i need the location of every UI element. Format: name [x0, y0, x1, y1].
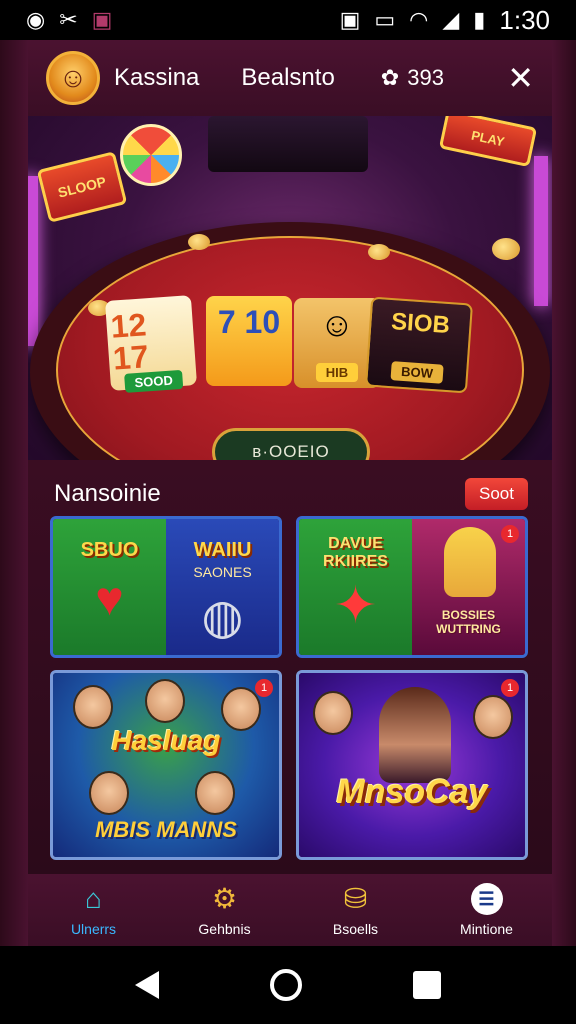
signal-icon: ◢	[442, 7, 460, 32]
status-left: ◉ ✂ ▣	[26, 9, 112, 31]
coin-icon	[492, 238, 520, 260]
character-avatar	[473, 695, 513, 739]
game-card[interactable]: 7 10	[206, 296, 292, 386]
game-tile[interactable]: DAVUE RKIIRES ✦ BOSSIES WUTTRING 1	[296, 516, 528, 658]
game-tile[interactable]: Hasluag MBIS MANNS 1	[50, 670, 282, 860]
nav-item-settings[interactable]: ⚙ Gehbnis	[170, 883, 280, 938]
game-card[interactable]: 12 17 SOOD	[104, 295, 198, 393]
nav-item-rewards[interactable]: ⛁ Bsoells	[301, 883, 411, 938]
coin-count: 393	[407, 65, 444, 90]
nav-label: Ulnerrs	[70, 921, 117, 937]
status-time: 1:30	[499, 4, 550, 35]
neon-light-left	[28, 176, 38, 346]
character-avatar	[73, 685, 113, 729]
prize-wheel-icon	[120, 124, 182, 186]
sort-button[interactable]: Soot	[465, 478, 528, 510]
tools-icon: ✂	[59, 7, 78, 32]
wifi-icon: ◠	[409, 7, 429, 32]
chest-icon: ⛁	[343, 883, 368, 914]
tile-label: DAVUE RKIIRES	[323, 535, 388, 570]
notification-badge: 1	[501, 679, 519, 697]
system-navigation-bar	[0, 946, 576, 1024]
card-face: 7 10	[217, 304, 281, 340]
bottom-navigation: ⌂ Ulnerrs ⚙ Gehbnis ⛁ Bsoells ☰ Mintione	[28, 874, 552, 946]
character-avatar	[145, 679, 185, 723]
nav-item-home[interactable]: ⌂ Ulnerrs	[39, 883, 149, 938]
brand-name: Kassina	[114, 64, 200, 91]
tile-sublabel: SAONES	[193, 564, 252, 580]
coin-icon	[188, 234, 210, 250]
nfc-icon: ▣	[339, 7, 361, 32]
nav-item-menu[interactable]: ☰ Mintione	[432, 883, 542, 937]
tile-caption: BOSSIES WUTTRING	[436, 608, 501, 637]
section-header: Nansoinie Soot	[54, 474, 528, 514]
character-avatar	[313, 691, 353, 735]
star-icon: ✦	[333, 577, 378, 636]
card-plate: SOOD	[123, 369, 184, 393]
coin-balance[interactable]: ✿ 393	[381, 65, 444, 91]
card-face: ☺	[319, 306, 355, 344]
game-card[interactable]: SIOB BOW	[364, 296, 474, 394]
tile-label: WAIIU	[193, 539, 252, 561]
card-plate: HIB	[315, 363, 359, 382]
tile-label: SBUO	[80, 539, 139, 561]
gear-icon: ⚙	[211, 883, 238, 914]
circle-icon: ◉	[26, 7, 46, 32]
notification-badge: 1	[255, 679, 273, 697]
section-title: Nansoinie	[54, 480, 161, 507]
battery-saver-icon: ▭	[374, 7, 396, 32]
character-avatar	[89, 771, 129, 815]
slot-machine-top	[208, 116, 368, 172]
coin-icon	[368, 244, 390, 260]
card-face: SIOB	[390, 308, 451, 340]
games-section: Nansoinie Soot SBUO ♥ WAIIU SAONES ◍ DAV…	[28, 460, 552, 874]
app-screen: ☺ Kassina Bealsnto ✿ 393 ✕ SLOOP PLAY 12…	[0, 40, 576, 946]
menu-icon: ☰	[470, 883, 503, 915]
character-avatar	[195, 771, 235, 815]
game-tile[interactable]: SBUO ♥ WAIIU SAONES ◍	[50, 516, 282, 658]
notification-badge: 1	[501, 525, 519, 543]
bag-icon: ▣	[91, 7, 113, 32]
sign-left: SLOOP	[36, 151, 128, 223]
tile-footer: MBIS MANNS	[95, 817, 237, 842]
character-portrait	[379, 687, 451, 783]
game-tile[interactable]: MnsoCay 1	[296, 670, 528, 860]
heart-shield-icon: ♥	[95, 573, 124, 626]
header-title: Bealsnto	[241, 64, 335, 91]
back-button[interactable]	[135, 971, 160, 999]
home-button[interactable]	[269, 969, 302, 1001]
battery-icon: ▮	[473, 7, 486, 32]
nav-label: Bsoells	[332, 921, 379, 937]
neon-light-right	[534, 156, 548, 306]
card-plate: BOW	[390, 361, 444, 384]
nav-label: Mintione	[460, 921, 513, 937]
status-bar: ◉ ✂ ▣ ▣ ▭ ◠ ◢ ▮ 1:30	[0, 0, 576, 40]
tile-left-panel: SBUO ♥	[53, 519, 166, 655]
card-face: 12 17	[109, 306, 150, 377]
tile-title: MnsoCay	[336, 773, 488, 811]
pot-button[interactable]: ʙ·OOEIO	[212, 428, 370, 460]
app-header: ☺ Kassina Bealsnto ✿ 393 ✕	[28, 40, 552, 116]
side-decoration-right	[552, 40, 576, 946]
avatar[interactable]: ☺	[46, 51, 100, 105]
character-portrait	[444, 527, 496, 597]
robot-icon: ◍	[201, 591, 244, 644]
side-decoration-left	[0, 40, 28, 946]
recents-button[interactable]	[412, 971, 441, 999]
tile-right-panel: WAIIU SAONES ◍	[166, 519, 279, 655]
home-icon: ⌂	[85, 883, 102, 914]
status-right: ▣ ▭ ◠ ◢ ▮ 1:30	[340, 5, 550, 36]
tile-left-panel: DAVUE RKIIRES ✦	[299, 519, 412, 655]
card-plate	[239, 376, 259, 380]
gear-coin-icon: ✿	[380, 65, 400, 90]
tile-title: Hasluag	[111, 725, 221, 756]
close-button[interactable]: ✕	[507, 62, 534, 94]
sign-right: PLAY	[438, 116, 538, 168]
hero-banner[interactable]: SLOOP PLAY 12 17 SOOD 7 10 ☺ HIB SIOB BO…	[28, 116, 552, 460]
nav-label: Gehbnis	[198, 921, 251, 937]
